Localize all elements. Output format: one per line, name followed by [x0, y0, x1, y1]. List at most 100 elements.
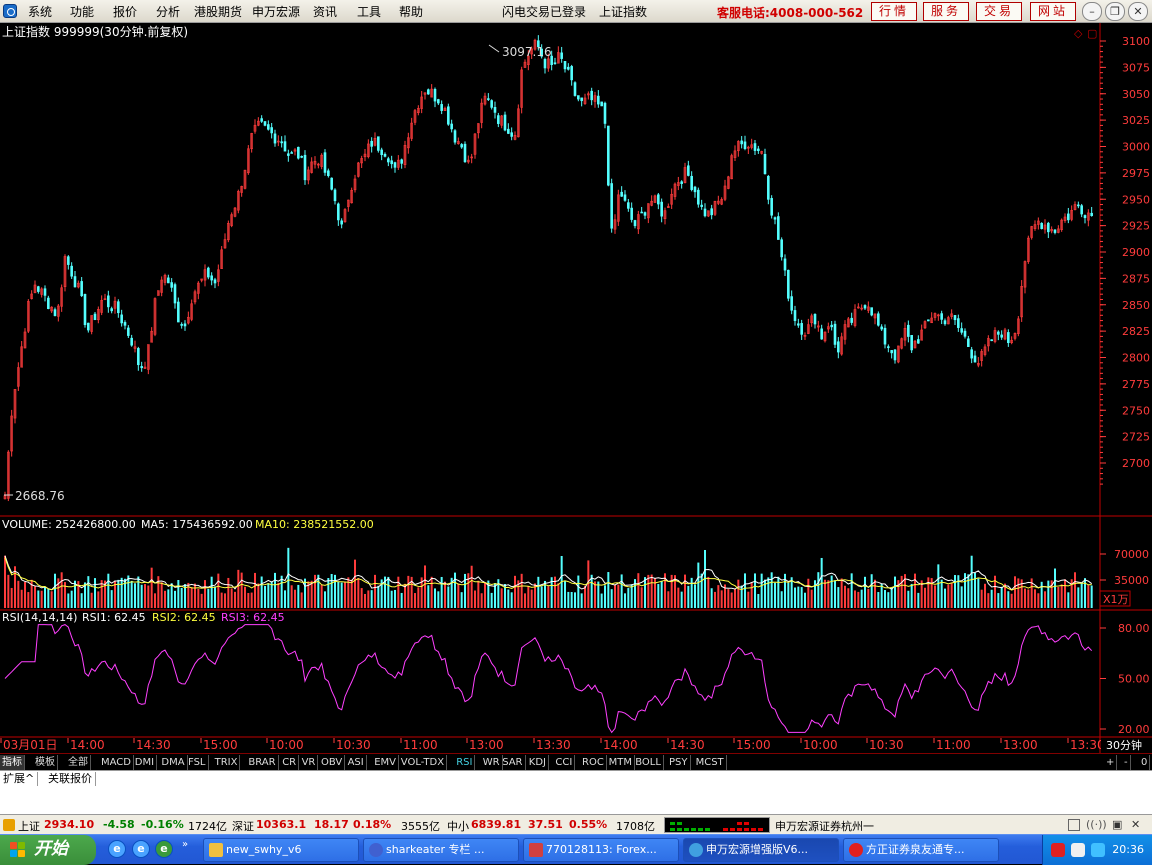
task-founder-securities[interactable]: 方正证券泉友通专... [843, 838, 999, 862]
candle-body [687, 165, 690, 176]
indicator-tab-mcst[interactable]: MCST [694, 755, 727, 770]
candle-body [213, 279, 217, 284]
quote-button[interactable]: 行情 [871, 2, 917, 21]
indicator-tab-trix[interactable]: TRIX [213, 755, 241, 770]
indicator-tab-psy[interactable]: PSY [667, 755, 691, 770]
volume-bar [834, 580, 836, 608]
candle-body [493, 107, 497, 113]
menu-hk-futures[interactable]: 港股期货 [194, 3, 242, 20]
start-button[interactable]: 开始 [0, 835, 96, 865]
menu-analysis[interactable]: 分析 [156, 3, 180, 20]
task-swhy-v6[interactable]: 申万宏源增强版V6... [683, 838, 839, 862]
expand-tab[interactable]: 扩展^ [0, 772, 39, 786]
minimize-icon[interactable]: – [1082, 2, 1102, 21]
lock-icon[interactable]: ▣ [1112, 818, 1122, 831]
zoom-out-button[interactable]: - [1122, 755, 1131, 770]
indicator-tab-cci[interactable]: CCI [553, 755, 576, 770]
service-button[interactable]: 服务 [923, 2, 969, 21]
volume-bar [777, 576, 780, 608]
restore-icon[interactable]: ❐ [1105, 2, 1125, 21]
menu-quote[interactable]: 报价 [113, 3, 137, 20]
indicator-tab-roc[interactable]: ROC [580, 755, 607, 770]
candle-body [497, 115, 500, 124]
flag-icon[interactable] [1051, 843, 1065, 857]
candle-body [570, 66, 573, 81]
menu-tools[interactable]: 工具 [357, 3, 381, 20]
network-icon[interactable] [1071, 843, 1085, 857]
candle-body [887, 346, 890, 349]
chart-options-icon[interactable]: ◇ [1074, 27, 1083, 40]
rsi-tick-label: 50.00 [1118, 673, 1150, 686]
time-label: 13:00 [469, 738, 504, 752]
related-quotes-tab[interactable]: 关联报价 [45, 772, 96, 786]
volume-bar [890, 587, 893, 608]
volume-bar [670, 574, 673, 608]
candle-body [377, 136, 380, 151]
ie-alt-icon[interactable]: e [132, 840, 150, 858]
period-label[interactable]: 30分钟 [1106, 738, 1142, 752]
indicator-tab-sar[interactable]: SAR [500, 755, 526, 770]
volume-bar [590, 574, 593, 608]
kline-chart[interactable]: 3100 3075 3050 3025 3000 2975 2950 2925 2900 2875… [0, 23, 1152, 753]
indicator-tab-asi[interactable]: ASI [346, 755, 367, 770]
website-button[interactable]: 网站 [1030, 2, 1076, 21]
indicator-tab-boll[interactable]: BOLL [633, 755, 664, 770]
volume-bar [214, 586, 216, 608]
zoom-in-button[interactable]: + [1104, 755, 1118, 770]
menu-function[interactable]: 功能 [70, 3, 94, 20]
indicator-tab-模板[interactable]: 模板 [33, 755, 58, 770]
menu-info[interactable]: 资讯 [313, 3, 337, 20]
window-icon[interactable] [1068, 819, 1080, 831]
shield-icon[interactable] [1091, 843, 1105, 857]
candle-body [597, 95, 600, 105]
indicator-tab-kdj[interactable]: KDJ [527, 755, 550, 770]
candle-body [93, 313, 97, 321]
candle-body [173, 284, 177, 304]
indicator-tab-fsl[interactable]: FSL [186, 755, 209, 770]
trade-button[interactable]: 交易 [976, 2, 1022, 21]
indicator-tab-cr[interactable]: CR [280, 755, 300, 770]
sz-change: 18.17 [314, 818, 349, 831]
high-price-label: 3097.16 [502, 45, 552, 59]
menu-help[interactable]: 帮助 [399, 3, 423, 20]
indicator-tab-mtm[interactable]: MTM [607, 755, 635, 770]
ie-icon[interactable]: e [108, 840, 126, 858]
candle-body [177, 301, 180, 323]
chart-area[interactable]: 3100 3075 3050 3025 3000 2975 2950 2925 2900 2875… [0, 23, 1152, 753]
indicator-tab-全部[interactable]: 全部 [66, 755, 91, 770]
task-forex[interactable]: 770128113: Forex... [523, 838, 679, 862]
candle-body [837, 341, 840, 353]
candle-body [800, 323, 803, 335]
indicator-tab-emv[interactable]: EMV [372, 755, 399, 770]
volume-bar [720, 590, 723, 608]
indicator-tab-rsi[interactable]: RSI [454, 755, 476, 770]
close-icon[interactable]: ✕ [1128, 2, 1148, 21]
menu-system[interactable]: 系统 [28, 3, 52, 20]
volume-bar [667, 591, 670, 608]
indicator-tab-vr[interactable]: VR [300, 755, 319, 770]
volume-bar [1054, 568, 1056, 608]
indicator-tab-obv[interactable]: OBV [319, 755, 346, 770]
menu-swhy[interactable]: 申万宏源 [252, 3, 300, 20]
task-sharkeater[interactable]: sharkeater 专栏 ... [363, 838, 519, 862]
candle-body [877, 313, 880, 326]
task-new-swhy[interactable]: new_swhy_v6 [203, 838, 359, 862]
indicator-tab-vol-tdx[interactable]: VOL-TDX [399, 755, 448, 770]
indicator-tab-dmi[interactable]: DMI [133, 755, 158, 770]
indicator-tab-dma[interactable]: DMA [159, 755, 188, 770]
volume-bar [387, 576, 390, 608]
chart-maximize-icon[interactable]: ▢ [1087, 27, 1097, 40]
candle-body [53, 309, 57, 317]
reset-button[interactable]: 0 [1139, 755, 1151, 770]
candle-body [1080, 205, 1083, 215]
indicator-tab-brar[interactable]: BRAR [246, 755, 279, 770]
close-panel-icon[interactable]: ✕ [1131, 818, 1140, 831]
candle-body [507, 128, 510, 134]
browser-icon[interactable]: e [155, 840, 173, 858]
volume-bar [900, 575, 903, 608]
volume-bar [110, 590, 113, 608]
indicator-tab-指标[interactable]: 指标 [0, 755, 25, 770]
candle-body [267, 124, 270, 130]
indicator-tab-macd[interactable]: MACD [99, 755, 134, 770]
quicklaunch-expand-icon[interactable]: » [182, 839, 188, 850]
